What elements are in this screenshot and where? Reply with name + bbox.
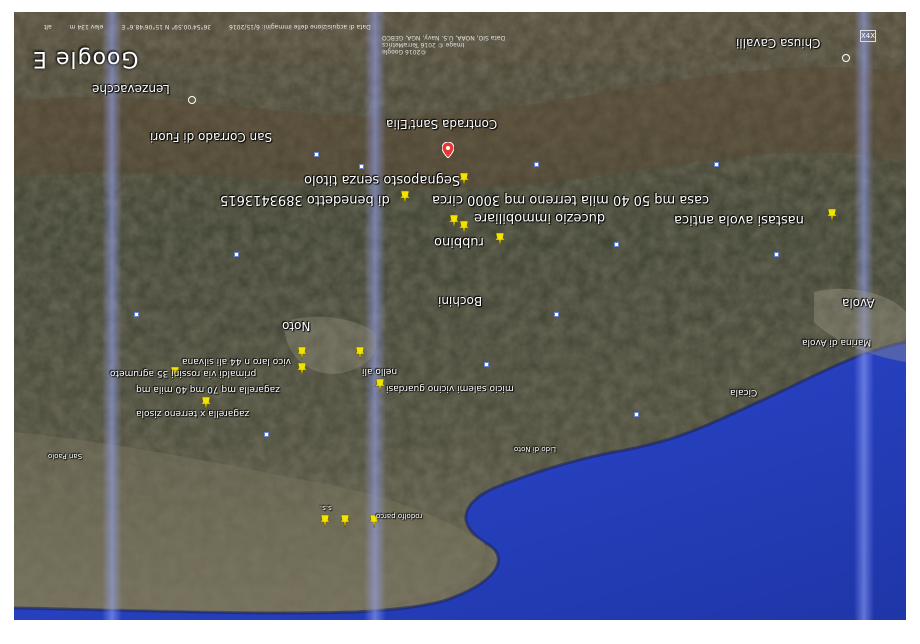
pin-label-micio[interactable]: micio salemi vicino guardasi (386, 383, 514, 393)
place-marker-icon (842, 54, 850, 62)
place-label-chiusa-cavalli[interactable]: Chiusa Cavalli (736, 36, 821, 50)
place-label-san-corrado[interactable]: San Corrado di Fuori (150, 130, 272, 144)
google-earth-logo: Google E (32, 46, 139, 71)
place-label-lenzevacche[interactable]: Lenzevacche (92, 82, 170, 96)
pin-label-primaldi[interactable]: primaldi via rossini 35 agrumeto (110, 368, 256, 378)
red-location-pin-icon[interactable] (441, 141, 455, 159)
yellow-pushpin-icon[interactable] (339, 514, 351, 528)
copyright-block: ©2016 Google Image © 2016 TerraMetrics D… (382, 34, 505, 55)
road-sign-icon (554, 312, 559, 317)
yellow-pushpin-icon[interactable] (296, 362, 308, 376)
pin-label-coast2[interactable]: rodolfo parco (376, 512, 422, 520)
satellite-map[interactable]: X4X Data di acquisizione delle immagini:… (14, 12, 906, 620)
pin-label-coast1[interactable]: s.s. (320, 504, 332, 512)
road-sign-icon (714, 162, 719, 167)
yellow-pushpin-icon[interactable] (374, 378, 386, 392)
copyright-line: ©2016 Google (382, 48, 427, 55)
info-bar: Data di acquisizione delle immagini: 6/1… (36, 23, 379, 30)
road-sign-icon (534, 162, 539, 167)
place-label-noto[interactable]: Noto (282, 319, 310, 333)
close-mark[interactable]: X4X (860, 30, 876, 42)
pin-label-nello[interactable]: nello ali (362, 366, 397, 376)
elevation-readout: elev 134 m (69, 23, 104, 30)
place-label-marina-avola[interactable]: Marina di Avola (802, 337, 871, 347)
road-sign-icon (484, 362, 489, 367)
acquisition-date: Data di acquisizione delle immagini: 6/1… (229, 23, 371, 30)
pin-label-zagarella2[interactable]: zagarella x terreno zisola (136, 408, 249, 418)
yellow-pushpin-icon[interactable] (296, 346, 308, 360)
road-sign-icon (264, 432, 269, 437)
copyright-line: Data SIO, NOAA, U.S. Navy, NGA, GEBCO (382, 34, 506, 41)
place-label-bochini[interactable]: Bochini (438, 294, 482, 308)
road-sign-icon (134, 312, 139, 317)
pin-label-vico[interactable]: vico laro n 44 ali silvana (182, 356, 291, 366)
place-label-lido-noto[interactable]: Lido di Noto (514, 445, 556, 453)
road-sign-icon (234, 252, 239, 257)
yellow-pushpin-icon[interactable] (494, 232, 506, 246)
pin-label-zagarella1[interactable]: zagarella mq 70 mq 40 mila mq (136, 384, 280, 394)
map-imagery (14, 12, 906, 620)
pin-label-segnaposto[interactable]: Segnaposto senza titolo (304, 172, 460, 187)
yellow-pushpin-icon[interactable] (354, 346, 366, 360)
place-label-san-paolo[interactable]: San Paolo (48, 452, 82, 460)
place-marker-icon (188, 96, 196, 104)
road-sign-icon (634, 412, 639, 417)
imagery-seam-2 (364, 12, 386, 620)
place-label-cicala[interactable]: Cicala (730, 387, 757, 397)
imagery-seam-1 (102, 12, 122, 620)
road-sign-icon (614, 242, 619, 247)
road-sign-icon (314, 152, 319, 157)
yellow-pushpin-icon[interactable] (319, 514, 331, 528)
pin-label-rubbino[interactable]: rubbino (434, 234, 484, 249)
eye-altitude-readout: alt (44, 23, 52, 30)
road-sign-icon (359, 164, 364, 169)
pin-label-benedetto[interactable]: di benedetto 3893413615 (220, 192, 390, 207)
coordinate-readout: 36°54'00.59" N 15°06'48.6" E (121, 23, 212, 30)
pin-label-nastasi[interactable]: nastasi avola antica (674, 212, 804, 227)
copyright-line: Image © 2016 TerraMetrics (382, 41, 465, 48)
pin-label-casa[interactable]: casa mq 50 40 mila terreno mq 3000 circa (432, 192, 709, 207)
place-label-avola[interactable]: Avola (842, 296, 875, 310)
road-sign-icon (774, 252, 779, 257)
place-label-contrada[interactable]: Contrada Sant'Elia (386, 117, 497, 131)
pin-label-duscezio[interactable]: ducezio immobiliare (474, 210, 605, 225)
yellow-pushpin-icon[interactable] (826, 208, 838, 222)
yellow-pushpin-icon[interactable] (458, 220, 470, 234)
yellow-pushpin-icon[interactable] (399, 190, 411, 204)
